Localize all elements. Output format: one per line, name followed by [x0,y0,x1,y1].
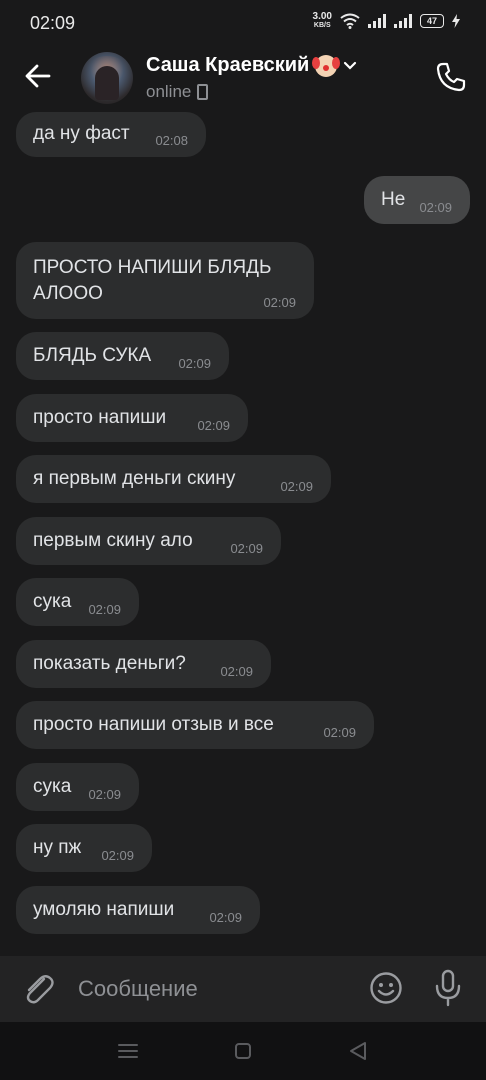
home-icon[interactable] [228,1038,258,1064]
message-text: БЛЯДЬ СУКА [33,345,152,366]
message-bubble[interactable]: ПРОСТО НАПИШИ БЛЯДЬ АЛООО 02:09 [16,242,314,319]
message-time: 02:09 [220,664,253,679]
contact-name: Саша Краевский [146,54,310,76]
message-text: просто напиши отзыв и все [33,714,274,735]
charging-icon [452,14,460,28]
contact-name-row[interactable]: Саша Краевский [146,54,357,77]
message-bubble[interactable]: показать деньги? 02:09 [16,640,271,688]
message-time: 02:09 [323,725,356,740]
phone-call-icon[interactable] [434,60,468,94]
signal-icon-2 [394,14,412,28]
message-bubble[interactable]: ну пж 02:09 [16,824,152,872]
message-time: 02:09 [197,418,230,433]
message-time: 02:09 [419,200,452,215]
message-text: я первым деньги скину [33,468,236,489]
message-input[interactable] [78,974,348,1004]
network-speed-unit: KB/S [313,22,331,29]
contact-status: online [146,82,209,102]
message-text: сука [33,591,72,612]
status-time: 02:09 [30,13,76,33]
status-icons: 3.00 KB/S 47 [313,12,460,30]
message-bubble[interactable]: да ну фаст 02:08 [16,112,206,157]
signal-icon [368,14,386,28]
message-time: 02:09 [230,541,263,556]
message-bubble[interactable]: сука 02:09 [16,763,139,811]
network-speed: 3.00 KB/S [313,12,332,30]
online-status: online [146,82,192,101]
message-bubble[interactable]: умоляю напиши 02:09 [16,886,260,934]
message-text: Не [381,189,406,210]
smile-icon[interactable] [368,970,404,1006]
message-time: 02:09 [178,356,211,371]
message-bubble[interactable]: сука 02:09 [16,578,139,626]
message-time: 02:09 [280,479,313,494]
message-time: 02:09 [88,602,121,617]
message-text: умоляю напиши [33,899,175,920]
chat-header: Саша Краевский online [0,46,486,110]
status-bar: 02:09 3.00 KB/S 47 [0,0,486,46]
message-time: 02:09 [88,787,121,802]
back-nav-icon[interactable] [343,1038,373,1064]
battery-icon: 47 [420,14,444,28]
message-composer [0,956,486,1022]
message-bubble[interactable]: первым скину ало 02:09 [16,517,281,565]
message-text: показать деньги? [33,653,186,674]
message-time: 02:09 [263,295,296,310]
message-text: ну пж [33,837,82,858]
message-bubble[interactable]: я первым деньги скину 02:09 [16,455,331,503]
wifi-icon [340,13,360,29]
mobile-device-icon [197,84,209,100]
clown-emoji-icon [312,54,341,77]
message-bubble-outgoing[interactable]: Не 02:09 [364,176,470,224]
message-bubble[interactable]: БЛЯДЬ СУКА 02:09 [16,332,229,380]
system-nav-bar [0,1022,486,1080]
network-speed-value: 3.00 [312,11,332,22]
avatar[interactable] [81,52,133,104]
message-bubble[interactable]: просто напиши отзыв и все 02:09 [16,701,374,749]
message-time: 02:08 [155,133,188,148]
message-text: сука [33,776,72,797]
message-time: 02:09 [209,910,242,925]
back-arrow-icon[interactable] [22,60,54,92]
chevron-down-icon[interactable] [343,61,357,71]
message-time: 02:09 [101,848,134,863]
paperclip-icon[interactable] [20,970,56,1008]
menu-icon[interactable] [113,1038,143,1064]
microphone-icon[interactable] [432,968,464,1008]
message-text: просто напиши [33,407,167,428]
message-bubble[interactable]: просто напиши 02:09 [16,394,248,442]
message-text: первым скину ало [33,530,193,551]
message-text: да ну фаст [33,123,130,144]
battery-level: 47 [426,16,437,26]
